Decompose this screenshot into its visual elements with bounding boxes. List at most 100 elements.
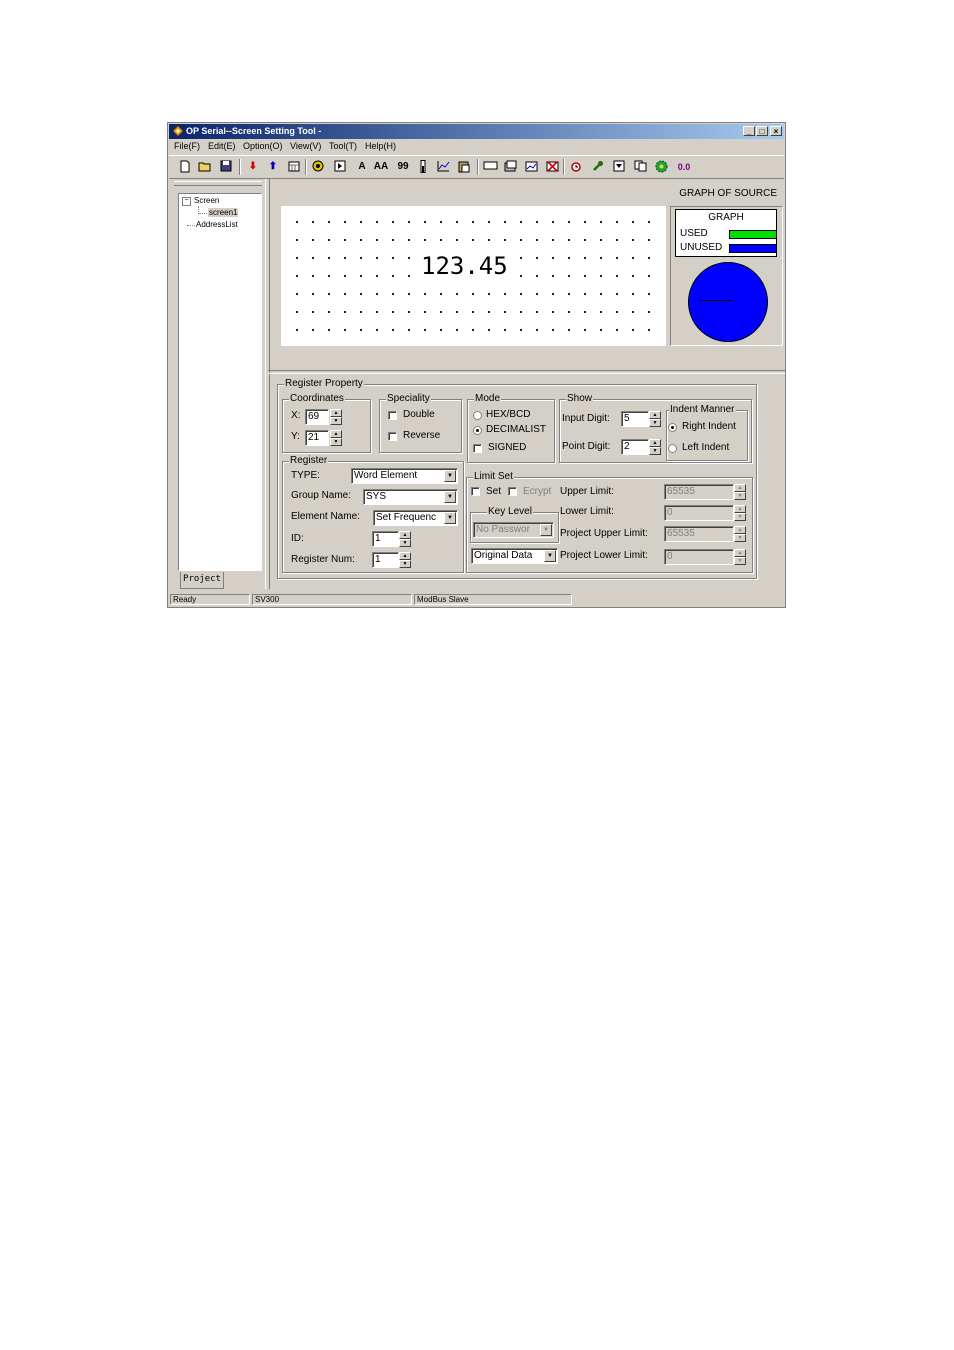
right-indent-radio[interactable] — [668, 423, 677, 432]
x-spinner[interactable]: ▲ ▼ — [330, 409, 342, 425]
input-digit-input[interactable]: 5 — [621, 411, 649, 427]
preview-value[interactable]: 123.45 — [419, 252, 510, 280]
upper-limit-input[interactable]: 65535 — [664, 484, 734, 500]
reverse-checkbox[interactable] — [388, 432, 397, 441]
project-tree[interactable]: − Screen screen1 AddressList — [178, 193, 262, 571]
spin-down-icon[interactable]: ▼ — [649, 419, 661, 427]
menu-edit[interactable]: Edit(E) — [208, 141, 236, 151]
id-spinner[interactable]: ▲ ▼ — [399, 531, 411, 547]
tree-item-screen[interactable]: Screen — [194, 196, 219, 205]
chevron-down-icon[interactable]: ▼ — [544, 550, 556, 562]
wrench-icon[interactable] — [591, 160, 605, 174]
y-spinner[interactable]: ▲ ▼ — [330, 430, 342, 446]
image-icon[interactable] — [503, 160, 517, 174]
pane-splitter[interactable] — [265, 179, 270, 589]
spin-down-icon[interactable]: ▼ — [649, 447, 661, 455]
delete-icon[interactable] — [545, 160, 559, 174]
menu-tool[interactable]: Tool(T) — [329, 141, 357, 151]
point-digit-spinner[interactable]: ▲ ▼ — [649, 439, 661, 455]
key-level-select[interactable]: No Passwor ▼ — [473, 522, 554, 538]
spin-down-icon[interactable]: ▼ — [734, 557, 746, 565]
spin-down-icon[interactable]: ▼ — [734, 534, 746, 542]
spin-down-icon[interactable]: ▼ — [330, 417, 342, 425]
menu-option[interactable]: Option(O) — [243, 141, 283, 151]
y-input[interactable]: 21 — [305, 430, 329, 446]
tree-item-screen1[interactable]: screen1 — [208, 208, 239, 217]
maximize-button[interactable]: □ — [756, 126, 768, 136]
line-graph-icon[interactable] — [436, 160, 450, 174]
text-a-icon[interactable]: A — [355, 160, 369, 174]
signed-checkbox[interactable] — [473, 444, 482, 453]
title-bar[interactable]: OP Serial--Screen Setting Tool - _ □ × — [169, 124, 784, 139]
upper-limit-spinner[interactable]: ▲ ▼ — [734, 484, 746, 500]
point-digit-input[interactable]: 2 — [621, 439, 649, 455]
project-lower-limit-spinner[interactable]: ▲ ▼ — [734, 549, 746, 565]
lower-limit-spinner[interactable]: ▲ ▼ — [734, 505, 746, 521]
group-name-select[interactable]: SYS ▼ — [363, 489, 458, 505]
x-input[interactable]: 69 — [305, 409, 329, 425]
id-input[interactable]: 1 — [372, 531, 399, 547]
menu-view[interactable]: View(V) — [290, 141, 321, 151]
save-icon[interactable] — [219, 160, 233, 174]
bitmap-icon[interactable] — [524, 160, 538, 174]
menu-help[interactable]: Help(H) — [365, 141, 396, 151]
spin-up-icon[interactable]: ▲ — [330, 430, 342, 438]
text-aa-icon[interactable]: AA — [372, 160, 390, 174]
decimal-icon[interactable]: 0.0 — [674, 160, 694, 174]
tree-item-addresslist[interactable]: AddressList — [196, 220, 238, 229]
pane-grip[interactable] — [174, 181, 262, 186]
spin-up-icon[interactable]: ▲ — [734, 526, 746, 534]
left-indent-radio[interactable] — [668, 444, 677, 453]
spin-up-icon[interactable]: ▲ — [649, 411, 661, 419]
ecrypt-checkbox[interactable] — [508, 487, 517, 496]
spin-up-icon[interactable]: ▲ — [330, 409, 342, 417]
double-checkbox[interactable] — [388, 411, 397, 420]
download-arrow-icon[interactable]: ⬇ — [246, 160, 260, 174]
spin-up-icon[interactable]: ▲ — [649, 439, 661, 447]
decimal-radio[interactable] — [473, 426, 482, 435]
chevron-down-icon[interactable]: ▼ — [444, 512, 456, 524]
screen-preview-canvas[interactable]: 123.45 — [281, 206, 666, 346]
spin-up-icon[interactable]: ▲ — [734, 484, 746, 492]
thermometer-icon[interactable] — [416, 160, 430, 174]
spin-up-icon[interactable]: ▲ — [399, 552, 411, 560]
chevron-down-icon[interactable]: ▼ — [540, 524, 552, 536]
alarm-clock-icon[interactable] — [569, 160, 583, 174]
spin-up-icon[interactable]: ▲ — [734, 505, 746, 513]
data-source-select[interactable]: Original Data ▼ — [471, 548, 558, 564]
register-num-spinner[interactable]: ▲ ▼ — [399, 552, 411, 568]
type-select[interactable]: Word Element ▼ — [351, 468, 458, 484]
paste-icon[interactable] — [457, 160, 471, 174]
project-lower-limit-input[interactable]: 0 — [664, 549, 734, 565]
open-folder-icon[interactable] — [198, 160, 212, 174]
rectangle-icon[interactable] — [482, 160, 498, 174]
menu-file[interactable]: File(F) — [174, 141, 200, 151]
input-digit-spinner[interactable]: ▲ ▼ — [649, 411, 661, 427]
spin-down-icon[interactable]: ▼ — [734, 492, 746, 500]
chevron-down-icon[interactable]: ▼ — [444, 470, 456, 482]
tab-project[interactable]: Project — [180, 572, 224, 589]
spin-down-icon[interactable]: ▼ — [399, 539, 411, 547]
chevron-down-icon[interactable]: ▼ — [444, 491, 456, 503]
register-num-input[interactable]: 1 — [372, 552, 399, 568]
close-button[interactable]: × — [770, 126, 782, 136]
calendar-icon[interactable] — [287, 160, 301, 174]
lower-limit-input[interactable]: 0 — [664, 505, 734, 521]
element-name-select[interactable]: Set Frequenc ▼ — [373, 510, 458, 526]
minimize-button[interactable]: _ — [743, 126, 755, 136]
tree-collapse-icon[interactable]: − — [182, 197, 191, 206]
spin-up-icon[interactable]: ▲ — [734, 549, 746, 557]
spin-down-icon[interactable]: ▼ — [399, 560, 411, 568]
play-box-icon[interactable] — [333, 160, 347, 174]
spin-down-icon[interactable]: ▼ — [734, 513, 746, 521]
project-upper-limit-spinner[interactable]: ▲ ▼ — [734, 526, 746, 542]
circle-target-icon[interactable] — [311, 160, 325, 174]
dropdown-icon[interactable] — [612, 160, 626, 174]
copy-icon[interactable] — [633, 160, 647, 174]
number-99-icon[interactable]: 99 — [394, 160, 412, 174]
spin-up-icon[interactable]: ▲ — [399, 531, 411, 539]
project-upper-limit-input[interactable]: 65535 — [664, 526, 734, 542]
spin-down-icon[interactable]: ▼ — [330, 438, 342, 446]
upload-arrow-icon[interactable]: ⬆ — [266, 160, 280, 174]
hex-radio[interactable] — [473, 411, 482, 420]
